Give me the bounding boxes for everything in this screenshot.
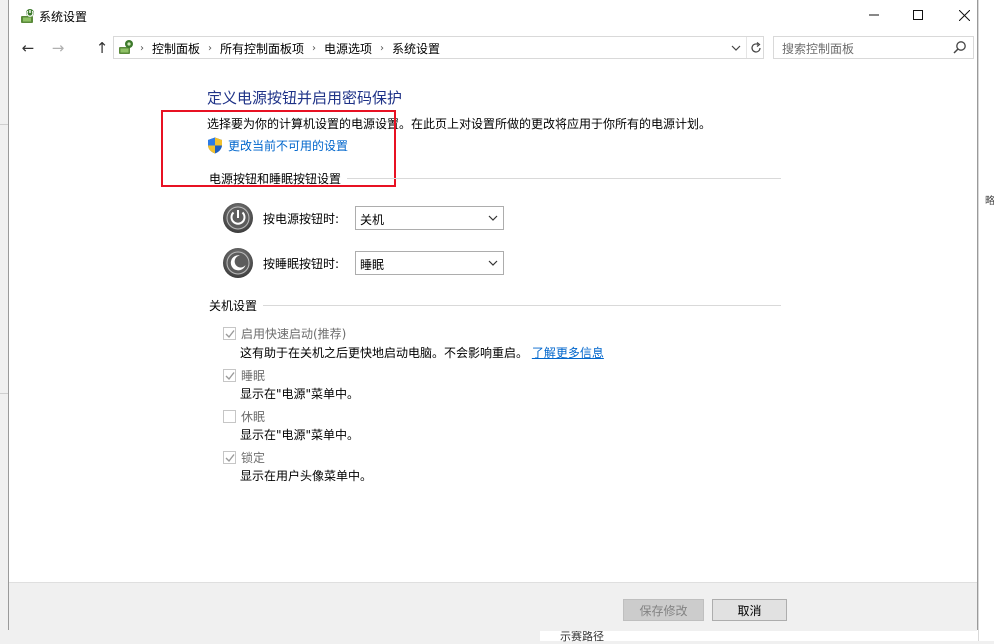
- close-button[interactable]: [941, 0, 987, 30]
- forward-arrow-icon: →: [51, 39, 65, 57]
- power-button-action-select[interactable]: 关机: [355, 206, 504, 230]
- shutdown-group-header: 关机设置: [209, 297, 782, 314]
- sleep-label: 睡眠: [241, 369, 266, 383]
- group-title: 关机设置: [209, 299, 258, 313]
- group-divider: [263, 305, 782, 306]
- power-buttons-group-header: 电源按钮和睡眠按钮设置: [209, 170, 782, 187]
- background-divider: [0, 393, 8, 394]
- background-fragment: 略: [985, 196, 994, 207]
- chevron-down-icon: [731, 45, 741, 51]
- checkmark-icon: [225, 453, 235, 462]
- breadcrumb-separator-icon: ›: [380, 43, 385, 54]
- lock-label: 锁定: [241, 451, 266, 465]
- breadcrumb-separator-icon: ›: [312, 43, 317, 54]
- minimize-icon: [869, 14, 879, 16]
- lock-description: 显示在用户头像菜单中。: [240, 469, 373, 483]
- page-title: 定义电源按钮并启用密码保护: [207, 89, 403, 107]
- up-arrow-icon: ↑: [95, 39, 109, 57]
- lock-checkbox-row[interactable]: 锁定: [223, 449, 265, 466]
- back-button[interactable]: ←: [17, 38, 39, 58]
- sleep-button-setting-row: 按睡眠按钮时: 睡眠: [222, 247, 504, 279]
- address-bar[interactable]: › 控制面板 › 所有控制面板项 › 电源选项 › 系统设置: [113, 36, 764, 59]
- save-changes-button[interactable]: 保存修改: [623, 599, 704, 621]
- power-button-icon: [223, 203, 253, 233]
- title-bar: 系统设置: [9, 0, 977, 32]
- breadcrumb-item-power-options[interactable]: 电源选项: [324, 40, 372, 57]
- navigation-bar: ← → ↑ › 控制面板 › 所有控制面板项 › 电源选项 › 系统设置 搜索控…: [9, 32, 977, 64]
- up-button[interactable]: ↑: [91, 38, 113, 58]
- breadcrumb-item-all-items[interactable]: 所有控制面板项: [220, 40, 304, 57]
- search-icon[interactable]: [953, 40, 967, 54]
- checkmark-icon: [225, 329, 235, 338]
- fast-startup-desc-text: 这有助于在关机之后更快地启动电脑。不会影响重启。: [240, 346, 529, 360]
- power-button-label: 按电源按钮时:: [263, 211, 340, 226]
- maximize-button[interactable]: [895, 0, 941, 30]
- dialog-footer: 保存修改 取消: [9, 582, 977, 631]
- learn-more-link[interactable]: 了解更多信息: [532, 346, 604, 360]
- search-placeholder: 搜索控制面板: [782, 42, 855, 56]
- maximize-icon: [913, 10, 923, 20]
- lock-checkbox[interactable]: [223, 451, 236, 464]
- refresh-button[interactable]: [746, 37, 765, 58]
- select-value: 关机: [360, 213, 385, 227]
- hibernate-checkbox[interactable]: [223, 410, 236, 423]
- background-divider: [0, 124, 8, 125]
- sleep-checkbox-row[interactable]: 睡眠: [223, 367, 265, 384]
- forward-button[interactable]: →: [47, 38, 69, 58]
- breadcrumb-separator-icon: ›: [140, 43, 144, 54]
- hibernate-label: 休眠: [241, 410, 266, 424]
- breadcrumb-item-control-panel[interactable]: 控制面板: [152, 40, 200, 57]
- group-title: 电源按钮和睡眠按钮设置: [209, 172, 342, 186]
- cancel-button[interactable]: 取消: [712, 599, 787, 621]
- sleep-checkbox[interactable]: [223, 369, 236, 382]
- sleep-description: 显示在"电源"菜单中。: [240, 387, 360, 401]
- system-settings-window: 系统设置 ← → ↑ › 控制面板 › 所有控制面板项 › 电源选项 › 系统设…: [8, 0, 978, 631]
- sleep-button-action-select[interactable]: 睡眠: [355, 251, 504, 275]
- background-window-edge: 略: [978, 0, 994, 641]
- checkmark-icon: [225, 371, 235, 380]
- minimize-button[interactable]: [851, 0, 897, 30]
- fast-startup-description: 这有助于在关机之后更快地启动电脑。不会影响重启。 了解更多信息: [240, 344, 604, 361]
- power-button-setting-row: 按电源按钮时: 关机: [222, 202, 504, 234]
- window-title: 系统设置: [39, 10, 88, 24]
- refresh-icon: [751, 41, 761, 53]
- sleep-button-label: 按睡眠按钮时:: [263, 256, 340, 271]
- sleep-button-icon: [223, 248, 253, 278]
- close-icon: [958, 9, 970, 21]
- fast-startup-checkbox-row[interactable]: 启用快速启动(推荐): [223, 325, 346, 342]
- power-options-app-icon: [21, 9, 34, 23]
- hibernate-description: 显示在"电源"菜单中。: [240, 428, 360, 442]
- breadcrumb-separator-icon: ›: [208, 43, 213, 54]
- back-arrow-icon: ←: [21, 39, 35, 57]
- address-history-dropdown[interactable]: [728, 39, 744, 56]
- chevron-down-icon: [488, 260, 498, 266]
- select-value: 睡眠: [360, 258, 385, 272]
- search-input[interactable]: 搜索控制面板: [773, 36, 974, 59]
- breadcrumb-item-system-settings[interactable]: 系统设置: [392, 40, 440, 57]
- control-panel-icon: [119, 40, 133, 54]
- fast-startup-checkbox[interactable]: [223, 327, 236, 340]
- group-divider: [347, 178, 782, 179]
- hibernate-checkbox-row[interactable]: 休眠: [223, 408, 265, 425]
- breadcrumb: › 控制面板 › 所有控制面板项 › 电源选项 › 系统设置: [140, 40, 440, 57]
- fast-startup-label: 启用快速启动(推荐): [241, 327, 347, 341]
- chevron-down-icon: [488, 215, 498, 221]
